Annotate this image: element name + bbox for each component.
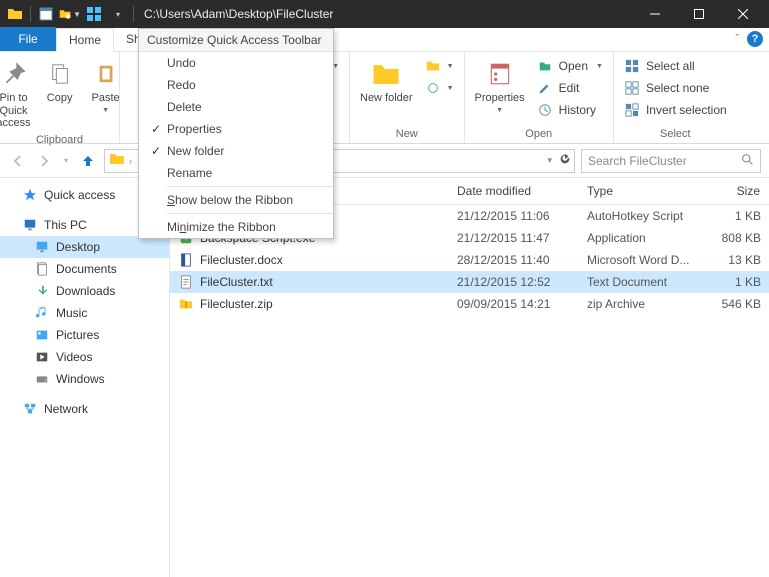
ribbon-tabstrip: File Home Share ˇ ? <box>0 28 769 52</box>
table-row[interactable]: Filecluster.zip09/09/2015 14:21zip Archi… <box>170 293 769 315</box>
paste-icon <box>90 58 122 90</box>
group-label-new: New <box>356 126 458 143</box>
ribbon-group-open: Properties ▼ Open ▼ Edit History Open <box>465 52 614 143</box>
nav-back-button[interactable] <box>8 151 28 171</box>
qat-dropdown-arrow[interactable]: ▾ <box>107 3 129 25</box>
nav-forward-button[interactable] <box>34 151 54 171</box>
sidebar-item-windows[interactable]: Windows <box>0 368 169 390</box>
select-none-icon <box>624 80 640 96</box>
select-none-button[interactable]: Select none <box>620 78 731 98</box>
star-icon <box>22 187 38 203</box>
menu-item[interactable]: ✓New folder <box>139 140 333 162</box>
open-button[interactable]: Open ▼ <box>533 56 607 76</box>
drive-icon <box>34 371 50 387</box>
menu-minimize-ribbon[interactable]: Minimize the Ribbon <box>139 216 333 238</box>
quick-access-toolbar: ▼ ▾ <box>4 3 136 25</box>
ribbon: Pin to Quick access Copy Paste ▼ Clipboa… <box>0 52 769 144</box>
open-icon <box>537 58 553 74</box>
pin-to-quick-access-button[interactable]: Pin to Quick access <box>0 56 35 132</box>
nav-up-button[interactable] <box>78 151 98 171</box>
menu-item[interactable]: Delete <box>139 96 333 118</box>
tab-home[interactable]: Home <box>56 28 114 52</box>
qat-properties-icon[interactable] <box>35 3 57 25</box>
qat-newfolder-icon[interactable]: ▼ <box>59 3 81 25</box>
invert-icon <box>624 102 640 118</box>
qat-app-icon[interactable] <box>83 3 105 25</box>
navigation-bar: ▾ › ▾ <box>0 144 769 178</box>
select-all-button[interactable]: Select all <box>620 56 731 76</box>
menu-item[interactable]: Undo <box>139 52 333 74</box>
edit-icon <box>537 80 553 96</box>
close-button[interactable] <box>721 0 765 28</box>
column-date[interactable]: Date modified <box>449 178 579 204</box>
refresh-icon[interactable] <box>558 152 572 169</box>
address-folder-icon <box>109 151 125 170</box>
table-row[interactable]: Filecluster.docx28/12/2015 11:40Microsof… <box>170 249 769 271</box>
search-icon[interactable] <box>741 153 754 169</box>
sidebar-item-music[interactable]: Music <box>0 302 169 324</box>
menu-item[interactable]: Redo <box>139 74 333 96</box>
invert-selection-button[interactable]: Invert selection <box>620 100 731 120</box>
new-item-icon <box>425 58 441 74</box>
sidebar-item-network[interactable]: Network <box>0 398 169 420</box>
file-icon <box>178 296 194 312</box>
help-icon[interactable]: ? <box>747 31 763 47</box>
menu-item[interactable]: ✓Properties <box>139 118 333 140</box>
new-item-button[interactable]: ▼ <box>421 56 458 76</box>
easy-access-icon <box>425 80 441 96</box>
address-dropdown-icon[interactable]: ▾ <box>547 155 552 166</box>
column-type[interactable]: Type <box>579 178 699 204</box>
documents-icon <box>34 261 50 277</box>
ribbon-collapse-icon[interactable]: ˇ <box>735 33 739 45</box>
ribbon-group-clipboard: Pin to Quick access Copy Paste ▼ Clipboa… <box>0 52 120 143</box>
qat-folder-icon[interactable] <box>4 3 26 25</box>
sidebar-item-videos[interactable]: Videos <box>0 346 169 368</box>
ribbon-group-select: Select all Select none Invert selection … <box>614 52 737 143</box>
desktop-icon <box>34 239 50 255</box>
sidebar-item-desktop[interactable]: Desktop <box>0 236 169 258</box>
downloads-icon <box>34 283 50 299</box>
monitor-icon <box>22 217 38 233</box>
network-icon <box>22 401 38 417</box>
easy-access-button[interactable]: ▼ <box>421 78 458 98</box>
history-icon <box>537 102 553 118</box>
group-label-open: Open <box>471 126 607 143</box>
content-body: Quick access This PC Desktop Documents D… <box>0 178 769 577</box>
properties-button[interactable]: Properties ▼ <box>471 56 529 116</box>
menu-show-below[interactable]: Show below the Ribbon <box>139 189 333 211</box>
title-bar: ▼ ▾ C:\Users\Adam\Desktop\FileCluster <box>0 0 769 28</box>
music-icon <box>34 305 50 321</box>
select-all-icon <box>624 58 640 74</box>
group-label-clipboard: Clipboard <box>6 132 113 149</box>
column-size[interactable]: Size <box>699 178 769 204</box>
window-title: C:\Users\Adam\Desktop\FileCluster <box>144 7 333 21</box>
pictures-icon <box>34 327 50 343</box>
videos-icon <box>34 349 50 365</box>
menu-item[interactable]: Rename <box>139 162 333 184</box>
sidebar-item-downloads[interactable]: Downloads <box>0 280 169 302</box>
sidebar-item-documents[interactable]: Documents <box>0 258 169 280</box>
maximize-button[interactable] <box>677 0 721 28</box>
edit-button[interactable]: Edit <box>533 78 607 98</box>
pin-icon <box>0 58 30 90</box>
minimize-button[interactable] <box>633 0 677 28</box>
file-icon <box>178 252 194 268</box>
new-folder-icon <box>370 58 402 90</box>
file-icon <box>178 274 194 290</box>
sidebar-item-pictures[interactable]: Pictures <box>0 324 169 346</box>
copy-button[interactable]: Copy <box>39 56 81 107</box>
menu-header: Customize Quick Access Toolbar <box>139 29 333 52</box>
table-row[interactable]: FileCluster.txt21/12/2015 12:52Text Docu… <box>170 271 769 293</box>
group-label-select: Select <box>620 126 731 143</box>
tab-file[interactable]: File <box>0 27 56 51</box>
copy-icon <box>44 58 76 90</box>
ribbon-group-new: New folder ▼ ▼ New <box>350 52 465 143</box>
customize-qat-menu: Customize Quick Access Toolbar UndoRedoD… <box>138 28 334 239</box>
properties-icon <box>484 58 516 90</box>
history-button[interactable]: History <box>533 100 607 120</box>
new-folder-button[interactable]: New folder <box>356 56 417 107</box>
search-box[interactable] <box>581 149 761 173</box>
nav-recent-dropdown[interactable]: ▾ <box>60 151 72 171</box>
search-input[interactable] <box>588 154 754 168</box>
